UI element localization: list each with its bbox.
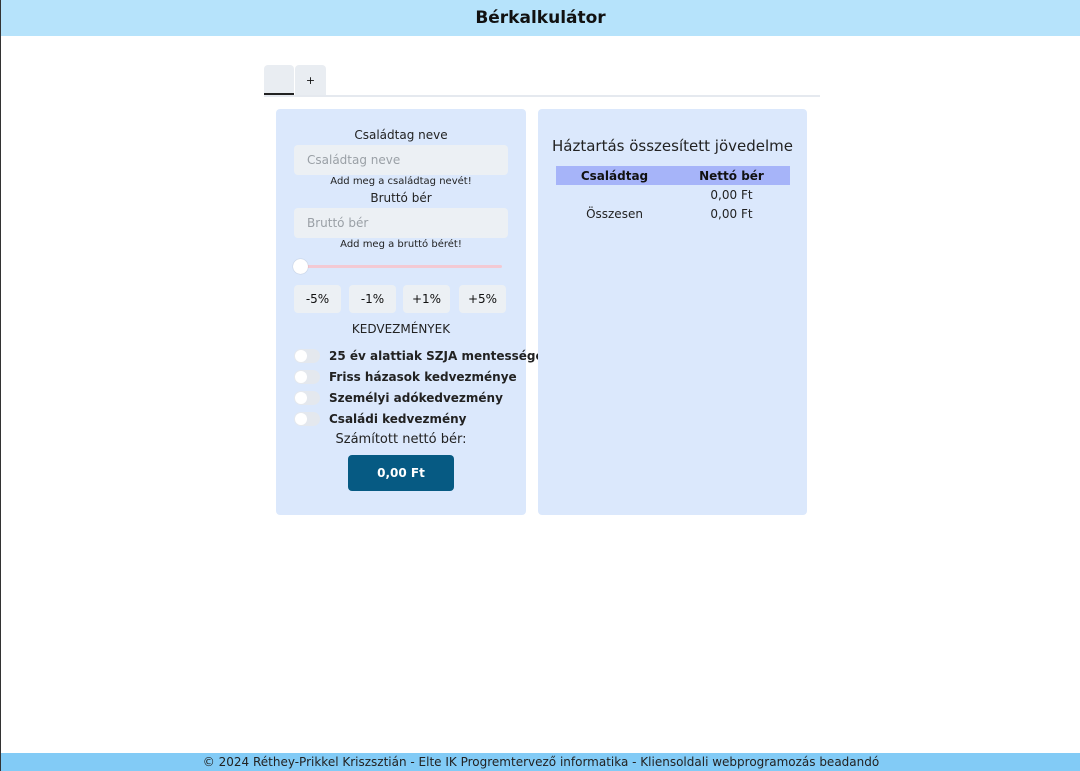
- row-net: 0,00 Ft: [710, 187, 753, 202]
- page-title: Bérkalkulátor: [475, 8, 606, 28]
- minus-1-percent-button[interactable]: -1%: [349, 285, 396, 313]
- household-summary-panel: Háztartás összesített jövedelme Családta…: [538, 109, 807, 515]
- total-label: Összesen: [586, 206, 643, 221]
- name-input[interactable]: [294, 145, 508, 175]
- total-net: 0,00 Ft: [710, 206, 753, 221]
- benefits-title: KEDVEZMÉNYEK: [351, 322, 451, 336]
- newlyweds-toggle[interactable]: [294, 370, 320, 384]
- gross-hint: Add meg a bruttó bérét!: [340, 239, 462, 250]
- plus-1-percent-button[interactable]: +1%: [403, 285, 450, 313]
- app-header: Bérkalkulátor: [1, 0, 1080, 36]
- column-header-member: Családtag: [556, 166, 673, 185]
- net-salary-label: Számított nettó bér:: [335, 432, 467, 447]
- name-hint: Add meg a családtag nevét!: [330, 176, 472, 187]
- name-label: Családtag neve: [354, 128, 448, 142]
- plus-5-percent-button[interactable]: +5%: [459, 285, 506, 313]
- table-header-row: Családtag Nettó bér: [556, 166, 790, 185]
- newlyweds-label: Friss házasok kedvezménye: [329, 370, 517, 384]
- tab-family-member[interactable]: [264, 65, 294, 95]
- gross-label: Bruttó bér: [370, 191, 432, 205]
- percent-buttons: -5% -1% +1% +5%: [294, 285, 508, 313]
- add-tab-button[interactable]: +: [295, 65, 326, 95]
- summary-table: Családtag Nettó bér 0,00 Ft Összesen 0,0…: [556, 166, 790, 223]
- table-row: 0,00 Ft: [556, 185, 790, 204]
- minus-5-percent-button[interactable]: -5%: [294, 285, 341, 313]
- family-toggle[interactable]: [294, 412, 320, 426]
- benefit-newlyweds: Friss házasok kedvezménye: [294, 369, 517, 385]
- tab-bar: +: [264, 65, 820, 97]
- footer-text: © 2024 Réthey-Prikkel Kriszsztián - Elte…: [202, 755, 880, 769]
- row-member: [556, 185, 673, 204]
- gross-input[interactable]: [294, 208, 508, 238]
- column-header-net: Nettó bér: [673, 166, 790, 185]
- family-label: Családi kedvezmény: [329, 412, 467, 426]
- benefit-under-25: 25 év alattiak SZJA mentessége: [294, 348, 544, 364]
- under-25-label: 25 év alattiak SZJA mentessége: [329, 349, 544, 363]
- gross-slider-handle[interactable]: [293, 259, 308, 274]
- personal-label: Személyi adókedvezmény: [329, 391, 503, 405]
- under-25-toggle[interactable]: [294, 349, 320, 363]
- gross-slider[interactable]: [300, 265, 502, 268]
- benefit-family: Családi kedvezmény: [294, 411, 466, 427]
- summary-title: Háztartás összesített jövedelme: [552, 137, 793, 155]
- table-row-total: Összesen 0,00 Ft: [556, 204, 790, 223]
- net-salary-value: 0,00 Ft: [348, 455, 454, 491]
- personal-toggle[interactable]: [294, 391, 320, 405]
- member-form-panel: Családtag neve Add meg a családtag nevét…: [276, 109, 544, 515]
- app-footer: © 2024 Réthey-Prikkel Kriszsztián - Elte…: [1, 753, 1080, 771]
- benefit-personal: Személyi adókedvezmény: [294, 390, 503, 406]
